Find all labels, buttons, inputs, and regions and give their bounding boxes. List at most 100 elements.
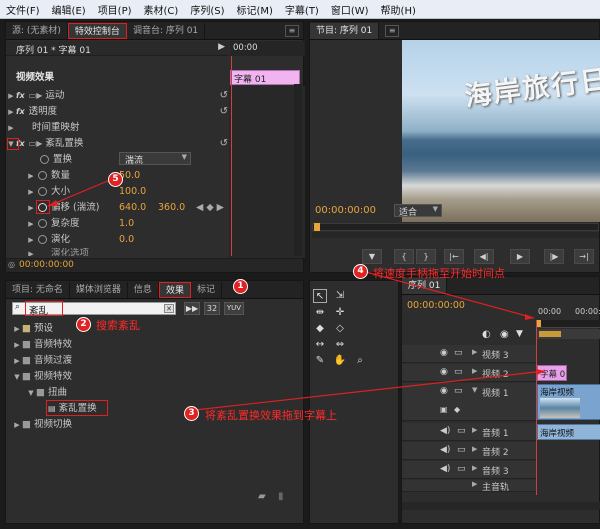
keyframe-nav-icon[interactable]: ◀ ◆ ▶ [196,200,224,215]
accelerated-effects-button[interactable]: ▶▶ [184,302,200,315]
speaker-icon[interactable]: ◀) [440,464,450,474]
lock-icon[interactable]: ▭ [457,464,466,474]
ripple-edit-tool-icon[interactable]: ⇹ [313,306,327,320]
yuv-effects-button[interactable]: YUV [224,302,244,315]
expand-triangle-icon[interactable]: ▶ [12,322,22,337]
expand-triangle-icon[interactable]: ▶ [26,217,36,232]
timeline-playhead-line[interactable] [536,320,537,495]
param-evolution-options[interactable]: ▶ 演化选项 [26,248,89,256]
menu-project[interactable]: 项目(P) [92,2,138,17]
offset-x-value[interactable]: 640.0 [119,200,146,215]
tab-effect-controls[interactable]: 特效控制台 [67,23,127,39]
tab-media-browser[interactable]: 媒体浏览器 [70,282,128,298]
go-to-in-button[interactable]: |← [444,249,464,264]
step-forward-button[interactable]: |▶ [544,249,564,264]
reset-icon[interactable]: ↺ [220,88,228,103]
expand-triangle-icon[interactable]: ▶ [472,426,477,434]
video-clip[interactable]: 海岸视频 [537,384,600,420]
timeline-scrollbar[interactable] [402,502,600,510]
tab-project[interactable]: 项目: 无命名 [6,282,70,298]
clock-icon[interactable] [38,219,47,228]
clock-icon[interactable] [38,171,47,180]
expand-triangle-icon[interactable]: ▶ [472,480,477,488]
expand-triangle-icon[interactable]: ▶ [26,233,36,248]
clock-icon[interactable] [38,187,47,196]
razor-tool-icon[interactable]: ◇ [333,322,347,336]
expand-triangle-icon[interactable]: ▶ [12,418,22,433]
collapse-triangle-icon[interactable]: ▼ [12,370,22,385]
lock-icon[interactable]: ▭ [457,426,466,436]
selection-tool-icon[interactable]: ↖ [313,289,327,303]
expand-triangle-icon[interactable]: ▶ [26,169,36,184]
complexity-value[interactable]: 1.0 [119,216,134,231]
fit-select[interactable]: 适合 ▼ [394,204,442,218]
effect-opacity[interactable]: ▶ fx 透明度 ↺ [6,104,228,119]
expand-triangle-icon[interactable]: ▶ [12,338,22,353]
play-only-icon[interactable]: ▶ [218,42,225,52]
tab-info[interactable]: 信息 [128,282,159,298]
trash-icon[interactable]: ▮ [278,491,284,502]
tree-audio-effects[interactable]: ▶ ■ 音频特效 [12,337,72,352]
fx-icon[interactable]: fx [16,91,25,100]
rolling-edit-tool-icon[interactable]: ✛ [333,306,347,320]
snap-icon[interactable]: ◐ [482,329,491,340]
timeline-ruler[interactable] [536,320,600,328]
mark-out-button[interactable]: } [416,249,436,264]
add-marker-icon[interactable]: ◉ [500,329,509,340]
tab-audio-mixer[interactable]: 调音台: 序列 01 [127,23,206,39]
lock-icon[interactable]: ▭ [454,348,463,358]
clock-icon[interactable] [38,235,47,244]
program-video-frame[interactable]: 海岸旅行日 [402,40,600,222]
tab-markers[interactable]: 标记 [191,282,222,298]
title-clip-bar[interactable]: 字幕 01 [230,70,300,85]
menu-help[interactable]: 帮助(H) [375,2,422,17]
expand-triangle-icon[interactable]: ▶ [6,89,16,104]
program-timecode[interactable]: 00:00:00:00 [315,205,376,216]
displace-select[interactable]: 湍流 ▼ [119,152,191,166]
tree-video-effects[interactable]: ▼ ■ 视频特效 [12,369,72,384]
expand-triangle-icon[interactable]: ▶ [472,348,477,356]
lock-icon[interactable]: ▭ [454,367,463,377]
audio-clip[interactable]: 海岸视频 [537,424,600,440]
eye-icon[interactable]: ◉ [440,386,448,396]
tree-audio-transitions[interactable]: ▶ ■ 音频过渡 [12,353,72,368]
reset-icon[interactable]: ↺ [220,104,228,119]
tree-distort[interactable]: ▼ ■ 扭曲 [26,385,67,400]
play-button[interactable]: ▶ [510,249,530,264]
reset-icon[interactable]: ↺ [220,136,228,151]
hand-tool-icon[interactable]: ✋ [333,354,347,368]
program-time-ruler[interactable] [312,223,599,231]
menu-title[interactable]: 字幕(T) [279,2,325,17]
new-bin-icon[interactable]: ▰ [258,491,266,502]
collapse-triangle-icon[interactable]: ▼ [472,386,477,394]
expand-triangle-icon[interactable]: ▶ [12,354,22,369]
mark-in-button[interactable]: { [394,249,414,264]
go-to-out-button[interactable]: →| [574,249,594,264]
step-back-button[interactable]: ◀| [474,249,494,264]
expand-triangle-icon[interactable]: ▶ [26,201,36,216]
clear-search-icon[interactable]: ✕ [164,304,174,313]
menu-window[interactable]: 窗口(W) [325,2,375,17]
effect-controls-timecode[interactable]: 00:00:00:00 [19,260,74,270]
zoom-tool-icon[interactable]: ⌕ [353,354,367,368]
collapse-triangle-icon[interactable]: ▼ [26,386,36,401]
tree-video-transitions[interactable]: ▶ ■ 视频切换 [12,417,72,432]
expand-triangle-icon[interactable]: ▶ [6,121,16,136]
program-zoom-bar[interactable] [312,232,599,238]
expand-triangle-icon[interactable]: ▶ [472,367,477,375]
expand-triangle-icon[interactable]: ▶ [26,248,36,256]
work-area-bar[interactable] [536,329,600,339]
lock-icon[interactable]: ▭ [457,445,466,455]
expand-triangle-icon[interactable]: ▶ [6,105,16,120]
eye-icon[interactable]: ◉ [440,348,448,358]
slide-tool-icon[interactable]: ⇔ [333,338,347,352]
mini-playhead[interactable] [231,56,232,256]
effect-time-remap[interactable]: ▶ 时间重映射 [6,120,228,135]
tab-program[interactable]: 节目: 序列 01 [310,23,380,39]
pen-tool-icon[interactable]: ✎ [313,354,327,368]
title-clip[interactable]: 字幕 0 [537,365,567,381]
lock-icon[interactable]: ▭ [454,386,463,396]
panel-menu-icon[interactable]: ≡ [285,25,299,37]
offset-y-value[interactable]: 360.0 [158,200,185,215]
eye-icon[interactable]: ◉ [440,367,448,377]
